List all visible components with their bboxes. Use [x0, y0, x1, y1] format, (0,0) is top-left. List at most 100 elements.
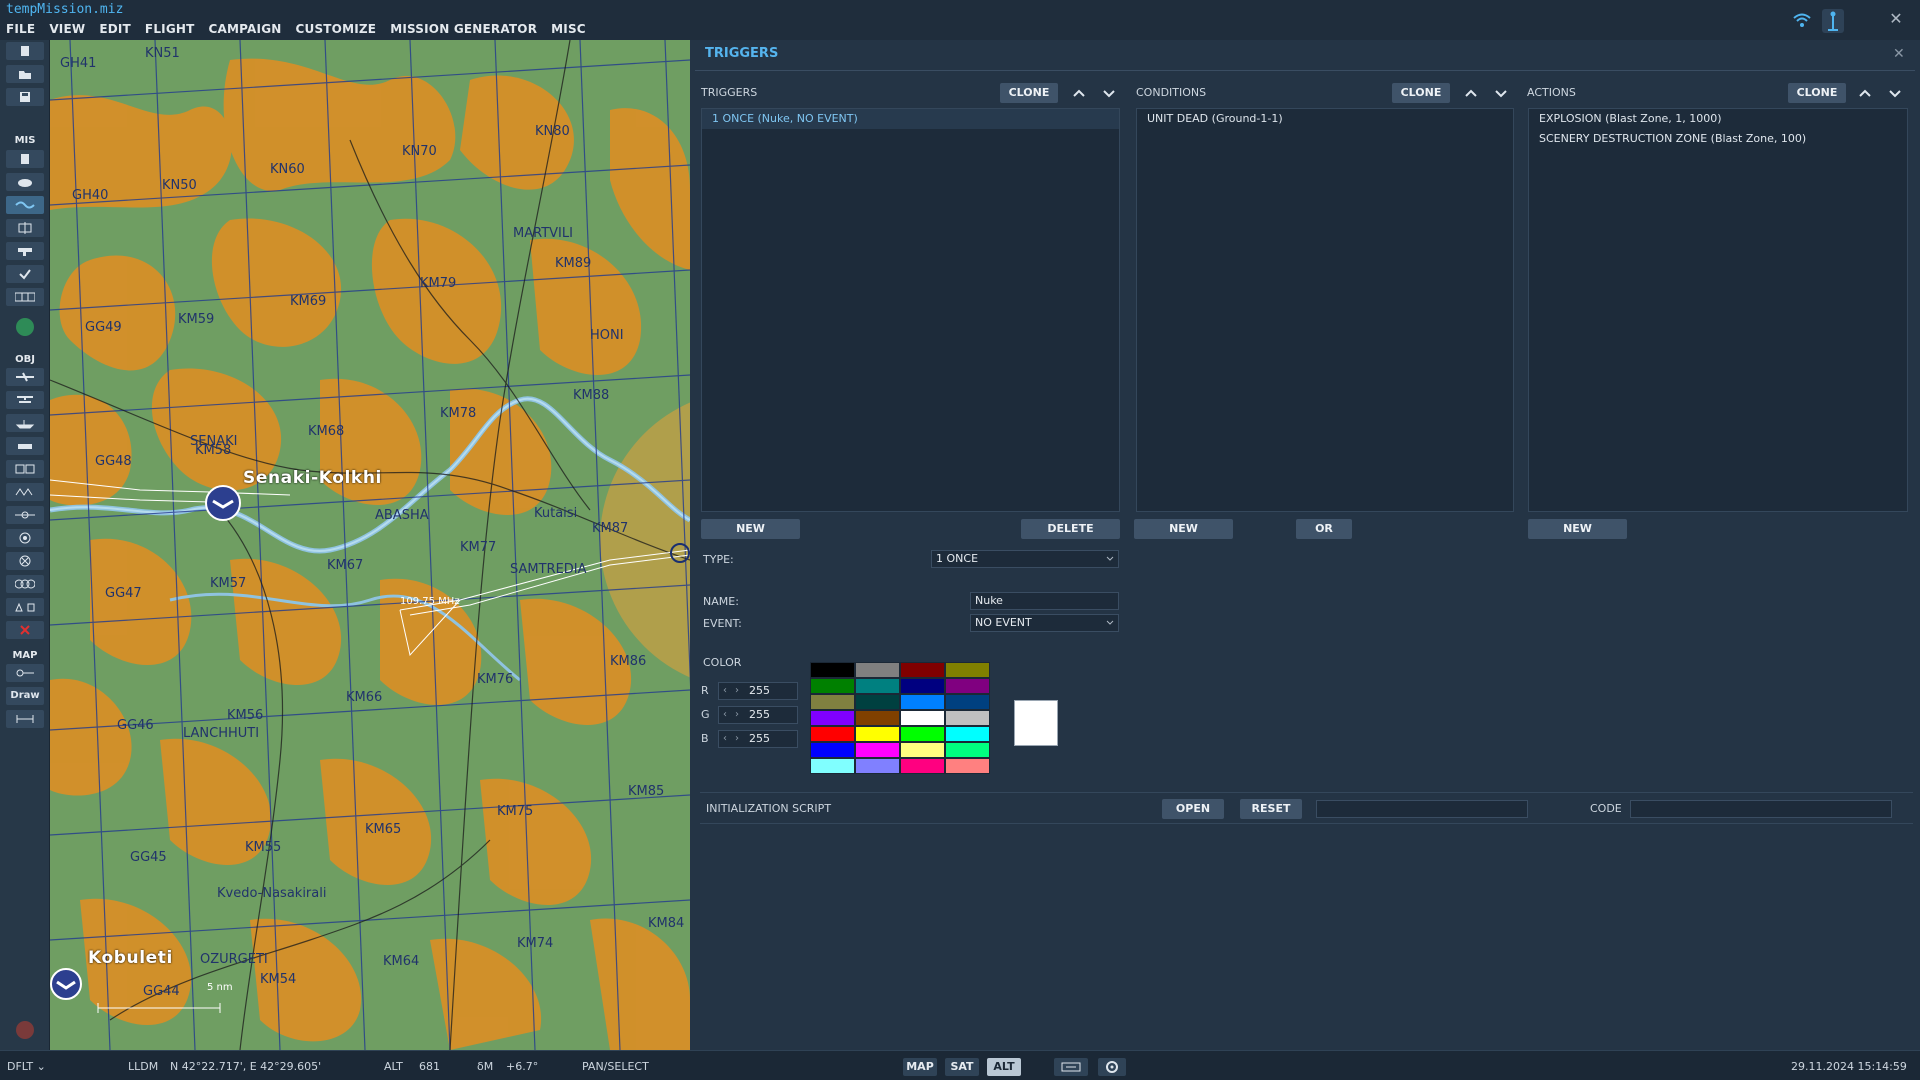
options-button[interactable]: [6, 288, 44, 306]
color-swatch[interactable]: [810, 694, 855, 710]
actions-move-down-icon[interactable]: [1886, 84, 1904, 102]
map-layer-button[interactable]: MAP: [903, 1058, 937, 1076]
conditions-clone-button[interactable]: CLONE: [1392, 83, 1450, 103]
new-mission-button[interactable]: [6, 42, 44, 60]
menu-mission-generator[interactable]: MISSION GENERATOR: [388, 22, 539, 36]
add-static-button[interactable]: [6, 460, 44, 478]
color-swatch[interactable]: [945, 678, 990, 694]
add-ship-button[interactable]: [6, 414, 44, 432]
conditions-new-button[interactable]: NEW: [1134, 519, 1233, 539]
blue-spinner[interactable]: ‹ › 255: [718, 730, 798, 748]
color-swatch[interactable]: [945, 758, 990, 774]
resources-button[interactable]: [6, 219, 44, 237]
color-swatch[interactable]: [900, 726, 945, 742]
conditions-move-up-icon[interactable]: [1462, 84, 1480, 102]
color-swatch[interactable]: [810, 726, 855, 742]
increment-icon[interactable]: ›: [735, 707, 739, 723]
color-swatch[interactable]: [855, 678, 900, 694]
color-swatch[interactable]: [855, 742, 900, 758]
coord-format[interactable]: LLDM: [128, 1060, 158, 1073]
color-swatch[interactable]: [855, 758, 900, 774]
panel-close-icon[interactable]: ✕: [1893, 46, 1905, 62]
menu-edit[interactable]: EDIT: [97, 22, 133, 36]
check-icon[interactable]: [6, 265, 44, 283]
color-swatch[interactable]: [900, 694, 945, 710]
color-swatch[interactable]: [945, 694, 990, 710]
code-input[interactable]: [1630, 800, 1892, 818]
event-select[interactable]: NO EVENT: [970, 614, 1119, 632]
color-swatch[interactable]: [900, 678, 945, 694]
color-swatch[interactable]: [810, 758, 855, 774]
color-swatch[interactable]: [945, 742, 990, 758]
decrement-icon[interactable]: ‹: [723, 707, 727, 723]
color-swatch[interactable]: [945, 710, 990, 726]
add-route-button[interactable]: [6, 483, 44, 501]
up-arrow-icon[interactable]: [16, 318, 34, 336]
add-link-button[interactable]: [6, 506, 44, 524]
color-swatch[interactable]: [900, 742, 945, 758]
briefing-button[interactable]: [6, 150, 44, 168]
color-swatch[interactable]: [900, 662, 945, 678]
add-vehicle-button[interactable]: [6, 437, 44, 455]
sat-layer-button[interactable]: SAT: [945, 1058, 979, 1076]
record-icon[interactable]: [16, 1021, 34, 1039]
actions-move-up-icon[interactable]: [1856, 84, 1874, 102]
conditions-list[interactable]: UNIT DEAD (Ground-1-1): [1136, 108, 1514, 512]
wifi-icon[interactable]: [1793, 12, 1811, 28]
draw-button[interactable]: Draw: [6, 687, 44, 705]
conditions-move-down-icon[interactable]: [1492, 84, 1510, 102]
conditions-or-button[interactable]: OR: [1296, 519, 1352, 539]
color-swatch[interactable]: [855, 726, 900, 742]
weather-button[interactable]: [6, 173, 44, 191]
condition-item[interactable]: UNIT DEAD (Ground-1-1): [1137, 109, 1513, 129]
red-spinner[interactable]: ‹ › 255: [718, 682, 798, 700]
color-swatch[interactable]: [855, 694, 900, 710]
shapes-button[interactable]: [6, 598, 44, 616]
triggers-delete-button[interactable]: DELETE: [1021, 519, 1120, 539]
map-view[interactable]: GH41 KN51 GH40 KN50 KN60 KN70 KN80 KM59 …: [50, 40, 690, 1050]
antenna-icon[interactable]: [1822, 9, 1844, 33]
color-swatch[interactable]: [945, 662, 990, 678]
open-script-button[interactable]: OPEN: [1162, 799, 1224, 819]
map-options-button[interactable]: [6, 664, 44, 682]
menu-file[interactable]: FILE: [4, 22, 37, 36]
color-swatch[interactable]: [900, 758, 945, 774]
settings-icon[interactable]: [1098, 1058, 1126, 1076]
triggers-move-up-icon[interactable]: [1070, 84, 1088, 102]
type-select[interactable]: 1 ONCE: [931, 550, 1119, 568]
delete-icon[interactable]: [6, 621, 44, 639]
actions-clone-button[interactable]: CLONE: [1788, 83, 1846, 103]
color-swatch[interactable]: [810, 678, 855, 694]
airbase-label[interactable]: Senaki-Kolkhi: [243, 468, 382, 488]
action-item[interactable]: SCENERY DESTRUCTION ZONE (Blast Zone, 10…: [1529, 129, 1907, 149]
radar-icon[interactable]: [1054, 1058, 1088, 1076]
triggers-move-down-icon[interactable]: [1100, 84, 1118, 102]
reset-script-button[interactable]: RESET: [1240, 799, 1302, 819]
color-swatch[interactable]: [810, 662, 855, 678]
color-swatch[interactable]: [900, 710, 945, 726]
decrement-icon[interactable]: ‹: [723, 683, 727, 699]
actions-new-button[interactable]: NEW: [1528, 519, 1627, 539]
menu-view[interactable]: VIEW: [47, 22, 87, 36]
add-helicopter-button[interactable]: [6, 391, 44, 409]
triggers-new-button[interactable]: NEW: [701, 519, 800, 539]
color-swatch[interactable]: [810, 710, 855, 726]
action-item[interactable]: EXPLOSION (Blast Zone, 1, 1000): [1529, 109, 1907, 129]
color-swatch[interactable]: [945, 726, 990, 742]
add-target-button[interactable]: [6, 552, 44, 570]
open-mission-button[interactable]: [6, 65, 44, 83]
add-plane-button[interactable]: [6, 368, 44, 386]
airbase-label[interactable]: Kobuleti: [88, 948, 173, 968]
save-mission-button[interactable]: [6, 88, 44, 106]
failures-button[interactable]: [6, 242, 44, 260]
close-icon[interactable]: ✕: [1888, 11, 1904, 27]
view-mode-select[interactable]: DFLT ⌄: [7, 1060, 46, 1073]
menu-campaign[interactable]: CAMPAIGN: [207, 22, 284, 36]
ruler-button[interactable]: [6, 710, 44, 728]
menu-misc[interactable]: MISC: [549, 22, 588, 36]
triggers-button[interactable]: [6, 196, 44, 214]
color-swatch[interactable]: [855, 710, 900, 726]
triggers-list[interactable]: 1 ONCE (Nuke, NO EVENT): [701, 108, 1120, 512]
menu-customize[interactable]: CUSTOMIZE: [294, 22, 379, 36]
add-group-button[interactable]: [6, 575, 44, 593]
